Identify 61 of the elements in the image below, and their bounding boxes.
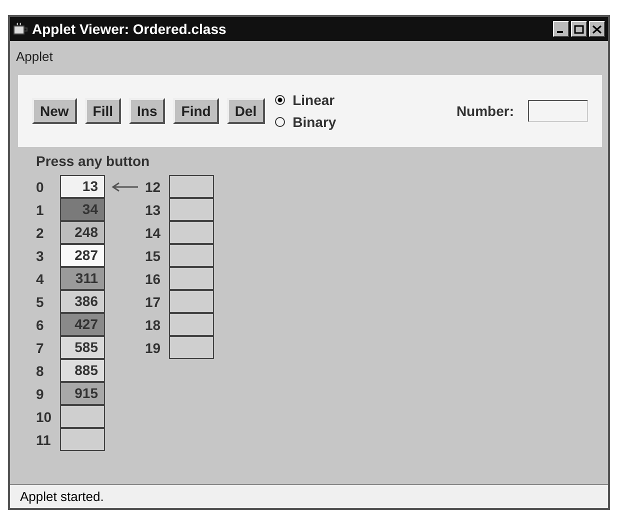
array-cell: 427 (60, 312, 105, 336)
array-cell (169, 290, 214, 312)
index-label: 15 (145, 248, 162, 264)
index-label: 5 (36, 294, 45, 310)
window-title: Applet Viewer: Ordered.class (32, 21, 228, 37)
status-bar: Applet started. (10, 484, 608, 508)
index-label: 2 (36, 224, 45, 240)
index-label: 7 (36, 340, 45, 356)
array-cell: 915 (60, 382, 105, 404)
close-icon (592, 24, 602, 34)
index-label: 14 (145, 224, 162, 240)
index-label: 3 (36, 248, 45, 264)
array-cell: 287 (60, 244, 105, 266)
coffee-cup-icon (13, 22, 29, 36)
message-text: Press any button (36, 153, 151, 169)
minimize-button[interactable] (553, 21, 569, 37)
array-cell (169, 174, 214, 198)
index-label: 16 (145, 270, 162, 286)
radio-label: Linear (292, 92, 335, 108)
array-cell: 885 (60, 358, 105, 382)
close-button[interactable] (589, 21, 605, 37)
action-button[interactable]: Find (173, 98, 219, 124)
array-cell (169, 220, 214, 244)
array-cell (60, 428, 105, 450)
index-label: 8 (36, 362, 45, 378)
array-cell: 248 (60, 220, 105, 244)
index-label: 18 (145, 316, 162, 332)
index-label: 10 (36, 408, 53, 424)
index-label: 12 (145, 178, 162, 194)
maximize-icon (574, 24, 584, 34)
index-label: 17 (145, 294, 162, 310)
maximize-button[interactable] (571, 21, 587, 37)
array-cell: 311 (60, 266, 105, 290)
action-button[interactable]: Ins (129, 98, 166, 124)
action-button[interactable]: Del (226, 98, 265, 124)
number-field[interactable] (528, 100, 588, 122)
index-label: 11 (36, 432, 52, 448)
index-label: 9 (36, 386, 45, 402)
radio-label: Binary (292, 114, 336, 130)
index-label: 1 (36, 202, 45, 218)
number-label: Number: (456, 103, 514, 119)
radio-button[interactable] (274, 95, 285, 105)
array-cell (169, 336, 214, 358)
array-cell (169, 312, 214, 336)
array-cell (169, 266, 214, 290)
radio-button[interactable] (274, 117, 285, 127)
array-cell: 34 (60, 198, 105, 220)
action-button[interactable]: Fill (84, 98, 122, 124)
array-cell (60, 404, 105, 428)
index-label: 19 (145, 340, 162, 356)
array-cell (169, 244, 214, 266)
array-cell: 585 (60, 336, 105, 358)
index-label: 4 (36, 270, 45, 286)
index-label: 0 (36, 178, 45, 194)
index-label: 6 (36, 316, 45, 332)
array-cell (169, 198, 214, 220)
menu-item[interactable]: Applet (16, 49, 53, 64)
action-button[interactable]: New (32, 98, 77, 124)
array-cell: 386 (60, 290, 105, 312)
index-label: 13 (145, 202, 162, 218)
array-cell: 13 (60, 174, 105, 198)
